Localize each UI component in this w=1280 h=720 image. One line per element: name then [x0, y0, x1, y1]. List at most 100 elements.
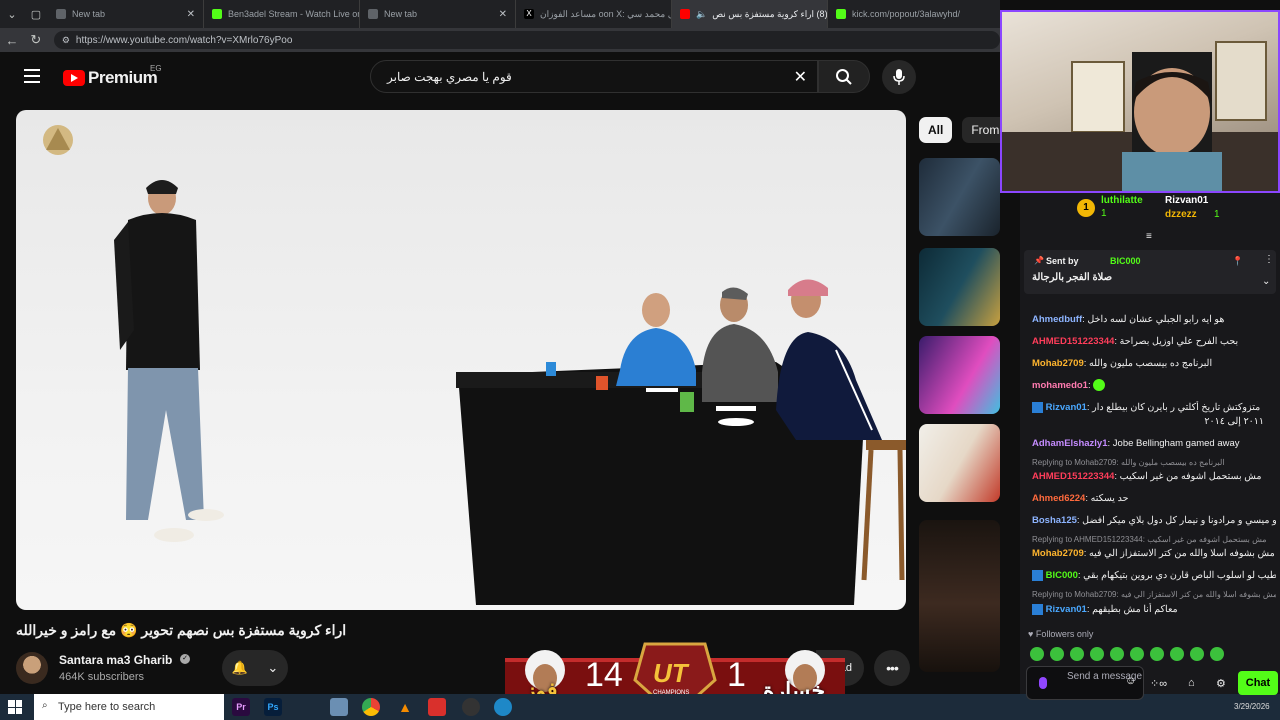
chat-username[interactable]: Mohab2709: [1032, 548, 1084, 559]
channel-name[interactable]: Santara ma3 Gharib: [59, 653, 172, 667]
close-icon[interactable]: ✕: [181, 9, 195, 20]
chrome-icon[interactable]: [362, 698, 380, 716]
youtube-play-icon: [63, 70, 85, 86]
heart-icon: ♥: [1028, 629, 1034, 639]
related-video-thumbnail[interactable]: [919, 520, 1000, 672]
browser-tab-2[interactable]: Ben3adel Stream - Watch Live on ✕: [204, 0, 360, 28]
ut-badge: UT: [653, 658, 688, 688]
chat-message: Mohab2709: مش بشوفه اسلا والله من كتر ال…: [1032, 548, 1275, 559]
browser-tab-4[interactable]: X "هل محمد سي :oon X مساعد الفوزان ✕: [516, 0, 672, 28]
speaker-icon[interactable]: 🔈: [696, 9, 707, 20]
kick-icon: [836, 9, 846, 19]
related-video-thumbnail[interactable]: [919, 336, 1000, 414]
emoji-icon[interactable]: ☺: [1125, 676, 1136, 687]
video-title: اراء كروية مستفزة بس نصهم تحوير 😳 مع رام…: [16, 622, 347, 638]
clear-search-icon[interactable]: ✕: [794, 67, 807, 87]
seated-person-3: [776, 279, 882, 440]
leader-name: Rizvan01: [1165, 195, 1209, 206]
chevron-down-icon[interactable]: ⌄: [1262, 276, 1270, 287]
chat-username[interactable]: Rizvan01: [1046, 604, 1087, 615]
notification-bell-button[interactable]: 🔔 ⌄: [222, 650, 288, 686]
youtube-premium-logo[interactable]: Premium EG: [63, 64, 162, 88]
emote-icon[interactable]: [1150, 647, 1164, 661]
site-info-icon[interactable]: ⚙: [62, 35, 70, 46]
reload-icon[interactable]: ↻: [24, 32, 48, 48]
emote-icon[interactable]: [1210, 647, 1224, 661]
chat-username[interactable]: Ahmed6224: [1032, 493, 1085, 504]
premiere-icon[interactable]: Pr: [232, 698, 250, 716]
microphone-icon: [893, 69, 905, 85]
pinned-message[interactable]: 📌 Sent by BIC000 صلاة الفجر بالرجالة 📍 ⋮…: [1024, 250, 1276, 294]
related-video-thumbnail[interactable]: [919, 424, 1000, 502]
settings-dots-icon[interactable]: ⁘∞: [1150, 677, 1167, 690]
emote-icon[interactable]: [1090, 647, 1104, 661]
emote-icon[interactable]: [1170, 647, 1184, 661]
edge-icon[interactable]: [494, 698, 512, 716]
taskbar-search-input[interactable]: ⌕ Type here to search: [34, 694, 224, 720]
chat-text: طيب لو اسلوب الباص قارن دي بروين بتيكهام…: [1083, 570, 1276, 581]
search-icon: [836, 68, 852, 85]
tab-search-icon[interactable]: ⌄: [0, 0, 24, 28]
app-red-icon[interactable]: [428, 698, 446, 716]
chat-username[interactable]: BIC000: [1046, 570, 1078, 581]
gear-icon[interactable]: ⚙: [1216, 677, 1226, 690]
related-video-thumbnail[interactable]: [919, 248, 1000, 326]
voice-search-button[interactable]: [882, 60, 916, 94]
app-icon[interactable]: [330, 698, 348, 716]
kebab-menu-icon[interactable]: ⋮: [1264, 254, 1274, 265]
store-icon[interactable]: ⌂: [1188, 677, 1195, 689]
vlc-icon[interactable]: ▲: [396, 698, 414, 716]
emote-icon[interactable]: [1050, 647, 1064, 661]
chat-text: مش بشوفه اسلا والله من كتر الاستفزاز الي…: [1089, 548, 1275, 559]
channel-avatar[interactable]: [16, 652, 48, 684]
url-field[interactable]: ⚙ https://www.youtube.com/watch?v=XMrlo7…: [53, 31, 1000, 49]
channel-watermark-logo: [43, 125, 73, 155]
more-actions-button[interactable]: •••: [874, 650, 910, 686]
chat-username[interactable]: Ahmedbuff: [1032, 314, 1082, 325]
emote-icon[interactable]: [1030, 647, 1044, 661]
seated-person-1: [616, 293, 696, 386]
photoshop-icon[interactable]: Ps: [264, 698, 282, 716]
emote-icon[interactable]: [1130, 647, 1144, 661]
collapse-icon[interactable]: ≡: [1146, 231, 1152, 242]
chat-username[interactable]: mohamedo1: [1032, 380, 1088, 391]
chat-text: بحب الفرح علي اوزيل بصراحة: [1119, 336, 1239, 347]
tab-groups-icon[interactable]: ▢: [24, 0, 48, 28]
youtube-header: Premium EG ✕ قوم يا مصري بهجت صابر: [0, 52, 1000, 102]
browser-tab-1[interactable]: New tab ✕: [48, 0, 204, 28]
chat-text: حد يسكته: [1090, 493, 1129, 504]
chat-username[interactable]: AHMED151223344: [1032, 471, 1114, 482]
browser-tab-6[interactable]: kick.com/popout/3alawyhd/: [828, 0, 988, 28]
chat-username[interactable]: AdhamElshazly1: [1032, 438, 1108, 449]
search-button[interactable]: [818, 60, 870, 93]
browser-tab-bar: ⌄ ▢ New tab ✕ Ben3adel Stream - Watch Li…: [0, 0, 1000, 28]
hamburger-menu-icon[interactable]: [24, 69, 40, 83]
back-arrow-icon[interactable]: ←: [0, 33, 24, 48]
chip-all[interactable]: All: [919, 117, 953, 143]
search-query: قوم يا مصري بهجت صابر: [387, 69, 512, 84]
related-filter-chips: All From: [919, 117, 1009, 143]
related-video-thumbnail[interactable]: [919, 158, 1000, 236]
unpin-icon[interactable]: 📍: [1232, 256, 1243, 267]
reply-context: Replying to AHMED151223344: مش بستحمل اش…: [1032, 535, 1267, 544]
video-frame: [43, 125, 906, 605]
chat-username[interactable]: Rizvan01: [1046, 402, 1087, 413]
search-input[interactable]: ✕ قوم يا مصري بهجت صابر: [370, 60, 818, 93]
obs-icon[interactable]: [462, 698, 480, 716]
tab-title: New tab: [72, 9, 106, 19]
browser-tab-5[interactable]: 🔈 (8) اراء كروية مستفزة بس نص ✕: [672, 0, 828, 28]
emote-icon[interactable]: [1190, 647, 1204, 661]
close-icon[interactable]: ✕: [493, 9, 507, 20]
chat-message-continuation: ٢٠١١ إلى ٢٠١٤: [1204, 416, 1264, 427]
send-chat-button[interactable]: Chat: [1238, 671, 1278, 695]
chat-username[interactable]: Bosha125: [1032, 515, 1077, 526]
chat-message-input[interactable]: Send a message ☺: [1026, 666, 1144, 700]
emote-icon[interactable]: [1110, 647, 1124, 661]
chat-message: AdhamElshazly1: Jobe Bellingham gamed aw…: [1032, 438, 1240, 449]
browser-tab-3[interactable]: New tab ✕: [360, 0, 516, 28]
video-player[interactable]: [16, 110, 906, 610]
windows-start-icon[interactable]: [8, 700, 22, 714]
chat-username[interactable]: AHMED151223344: [1032, 336, 1114, 347]
chat-username[interactable]: Mohab2709: [1032, 358, 1084, 369]
emote-icon[interactable]: [1070, 647, 1084, 661]
